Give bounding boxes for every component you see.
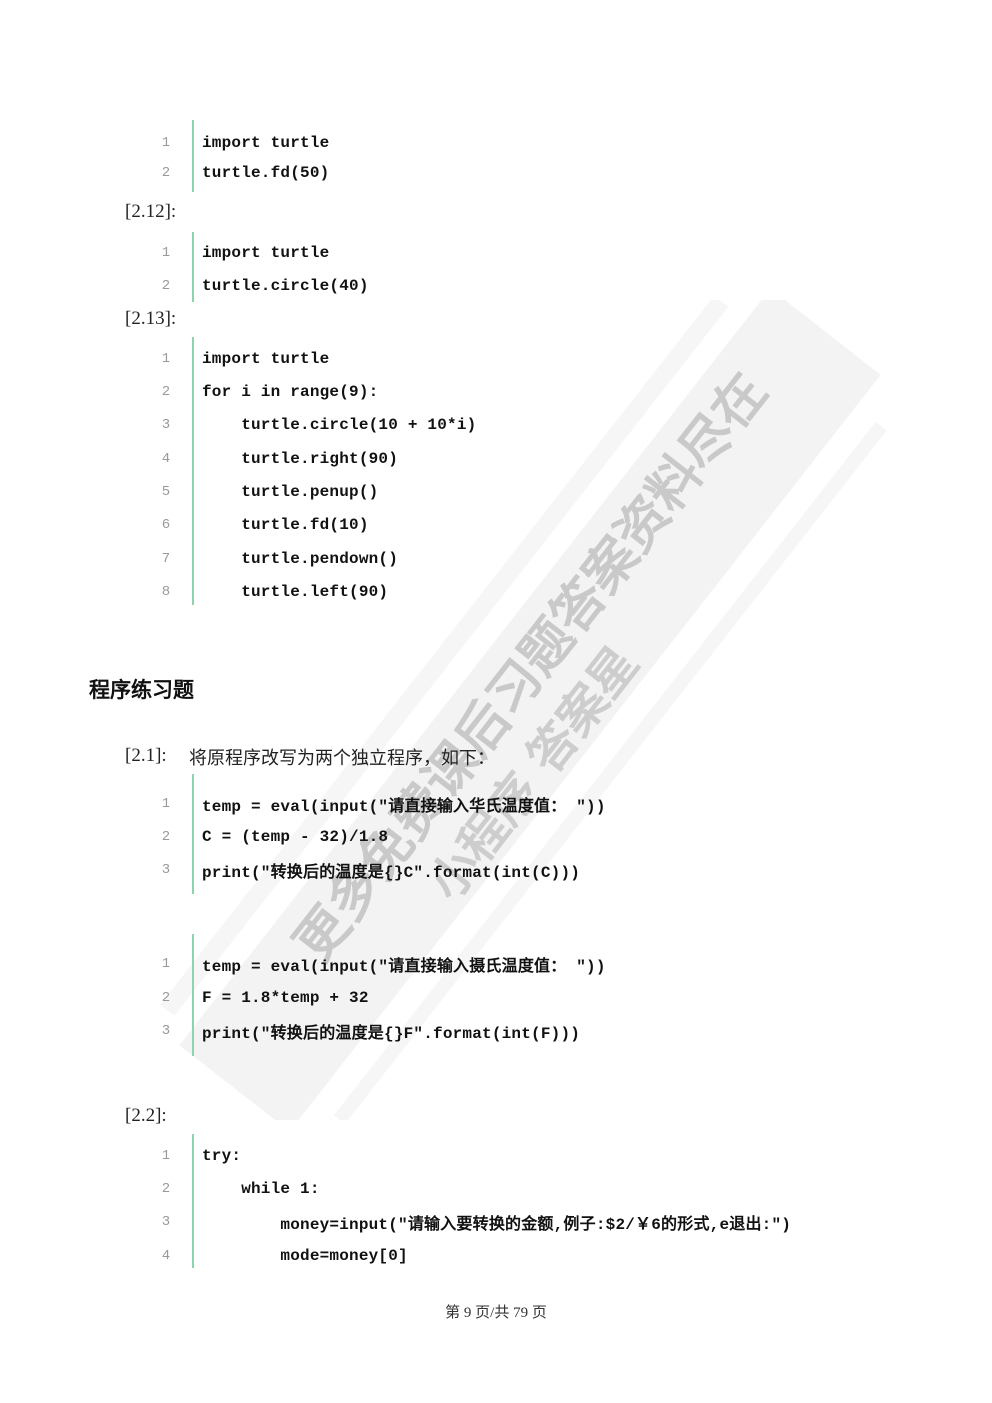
line-number: 1 bbox=[161, 350, 171, 367]
page-footer: 第 9 页/共 79 页 bbox=[445, 1305, 547, 1321]
code-text: import turtle bbox=[202, 349, 330, 368]
code-text: money=input("请输入要转换的金额,例子:$2/￥6的形式,e退出:"… bbox=[202, 1215, 792, 1234]
line-number: 6 bbox=[161, 516, 171, 533]
line-number: 3 bbox=[161, 1213, 171, 1230]
line-number: 1 bbox=[161, 1147, 171, 1164]
code-block-turtle-circle: 1 import turtle 2 turtle.circle(40) bbox=[162, 232, 694, 302]
exercise-description-2-1: 将原程序改写为两个独立程序，如下： bbox=[189, 748, 495, 769]
line-number: 1 bbox=[161, 244, 171, 261]
code-text: turtle.penup() bbox=[202, 482, 379, 501]
line-number: 1 bbox=[161, 795, 171, 812]
line-number: 3 bbox=[161, 1022, 171, 1039]
code-block-fahrenheit: 1 temp = eval(input("请直接输入华氏温度值： ")) 2 C =… bbox=[162, 774, 694, 894]
line-number: 2 bbox=[161, 277, 171, 294]
code-block-currency: 1 try: 2 while 1: 3 money=input("请输入要转换的金… bbox=[162, 1134, 894, 1268]
code-text: C = (temp - 32)/1.8 bbox=[202, 827, 389, 846]
line-number: 1 bbox=[161, 955, 171, 972]
code-block-celsius: 1 temp = eval(input("请直接输入摄氏温度值： ")) 2 F =… bbox=[162, 934, 694, 1056]
exercise-label-2-12: [2.12]: bbox=[125, 201, 177, 222]
exercise-label-2-2: [2.2]: bbox=[125, 1105, 167, 1126]
code-text: for i in range(9): bbox=[202, 382, 379, 401]
line-number: 2 bbox=[161, 1180, 171, 1197]
code-text: import turtle bbox=[202, 133, 330, 152]
code-text: turtle.circle(40) bbox=[202, 276, 369, 295]
code-text: import turtle bbox=[202, 243, 330, 262]
code-text: turtle.circle(10 + 10*i) bbox=[202, 415, 477, 434]
line-number: 4 bbox=[161, 450, 171, 467]
line-number: 7 bbox=[161, 550, 171, 567]
code-text: temp = eval(input("请直接输入摄氏温度值： ")) bbox=[202, 957, 606, 976]
line-number: 3 bbox=[161, 861, 171, 878]
code-text: turtle.right(90) bbox=[202, 449, 399, 468]
line-number: 2 bbox=[161, 989, 171, 1006]
line-number: 1 bbox=[161, 134, 171, 151]
code-block-turtle-loop: 1 import turtle 2 for i in range(9): 3 tur… bbox=[162, 337, 694, 605]
line-number: 8 bbox=[161, 583, 171, 600]
code-text: try: bbox=[202, 1146, 242, 1165]
code-text: temp = eval(input("请直接输入华氏温度值： ")) bbox=[202, 797, 606, 816]
code-text: turtle.fd(10) bbox=[202, 515, 369, 534]
code-text: turtle.left(90) bbox=[202, 582, 389, 601]
code-text: F = 1.8*temp + 32 bbox=[202, 988, 369, 1007]
line-number: 4 bbox=[161, 1247, 171, 1264]
section-heading: 程序练习题 bbox=[89, 678, 194, 702]
line-number: 2 bbox=[161, 828, 171, 845]
line-number: 2 bbox=[161, 383, 171, 400]
exercise-label-2-13: [2.13]: bbox=[125, 308, 177, 329]
line-number: 3 bbox=[161, 416, 171, 433]
code-text: print("转换后的温度是{}F".format(int(F))) bbox=[202, 1024, 581, 1043]
line-number: 5 bbox=[161, 483, 171, 500]
code-block-turtle-fd: 1 import turtle 2 turtle.fd(50) bbox=[162, 120, 694, 192]
code-text: turtle.fd(50) bbox=[202, 163, 330, 182]
code-text: while 1: bbox=[202, 1179, 320, 1198]
code-text: print("转换后的温度是{}C".format(int(C))) bbox=[202, 863, 581, 882]
exercise-label-2-1: [2.1]: bbox=[125, 745, 167, 766]
code-text: mode=money[0] bbox=[202, 1246, 408, 1265]
code-text: turtle.pendown() bbox=[202, 549, 399, 568]
line-number: 2 bbox=[161, 164, 171, 181]
